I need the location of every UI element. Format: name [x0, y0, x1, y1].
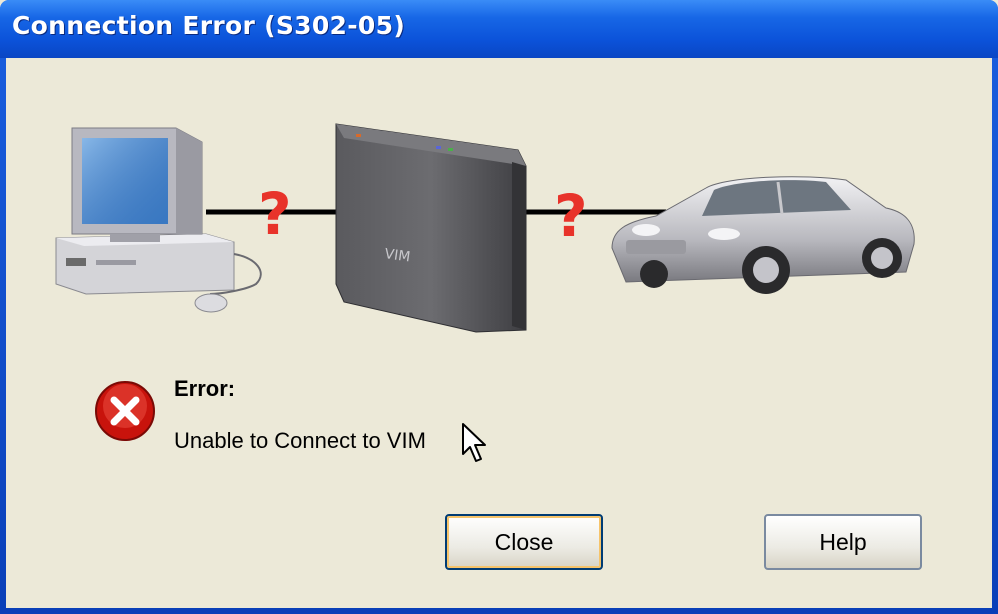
dialog-body: VIM ? ? Error: Unable to Connect to VIM …: [6, 58, 992, 608]
vim-device-icon: VIM: [335, 123, 527, 333]
computer-icon: [55, 127, 262, 313]
mouse-pointer-icon: [462, 423, 486, 462]
dialog-window: Connection Error (S302-05) VIM ? ? Error…: [0, 0, 998, 614]
error-message: Unable to Connect to VIM: [174, 428, 426, 453]
error-heading: Error:: [174, 376, 236, 401]
window-title: Connection Error (S302-05): [12, 11, 406, 40]
close-button[interactable]: Close: [445, 514, 603, 570]
connection-diagram: VIM ? ?: [55, 123, 915, 333]
help-button[interactable]: Help: [764, 514, 922, 570]
title-bar[interactable]: Connection Error (S302-05): [0, 0, 998, 58]
link-status-question-2: ?: [554, 182, 588, 250]
link-status-question-1: ?: [258, 180, 292, 248]
car-icon: [611, 176, 915, 294]
error-icon: [95, 381, 155, 441]
